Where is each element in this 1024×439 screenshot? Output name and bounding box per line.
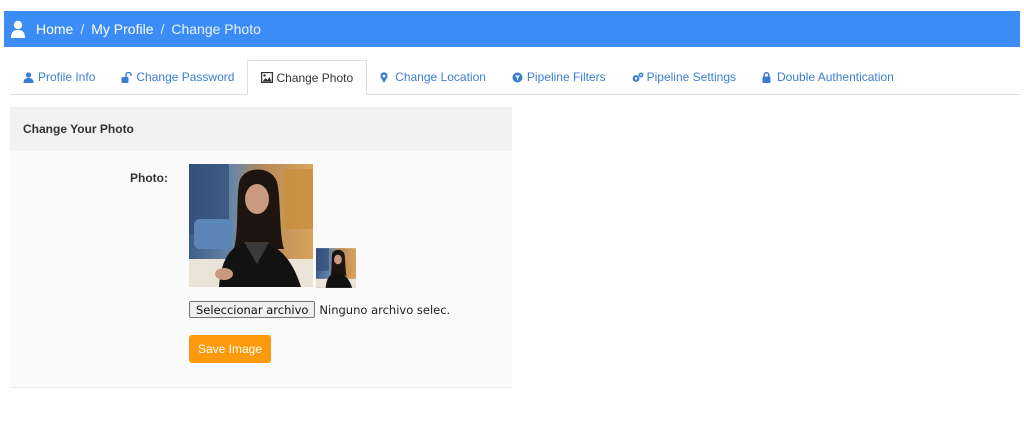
image-icon: [261, 72, 274, 84]
tab-label: Change Location: [395, 70, 486, 84]
breadcrumb-separator: /: [80, 21, 85, 37]
breadcrumb-change-photo: Change Photo: [171, 21, 261, 37]
breadcrumb-home[interactable]: Home: [36, 21, 73, 37]
profile-photo-large: [189, 164, 313, 287]
tab-double-authentication[interactable]: Double Authentication: [749, 60, 907, 94]
file-status-text: Ninguno archivo selec.: [319, 302, 451, 317]
gears-icon: [632, 72, 644, 83]
tab-change-password[interactable]: Change Password: [108, 60, 247, 94]
file-input: Seleccionar archivo Ninguno archivo sele…: [189, 301, 450, 318]
profile-photo-thumbnail: [316, 248, 356, 288]
tab-profile-info[interactable]: Profile Info: [10, 60, 108, 94]
tab-pipeline-filters[interactable]: Pipeline Filters: [499, 60, 619, 94]
tab-label: Pipeline Filters: [526, 70, 606, 84]
lock-icon: [762, 71, 773, 83]
tab-label: Change Password: [136, 70, 235, 84]
tab-change-location[interactable]: Change Location: [367, 60, 499, 94]
unlock-icon: [121, 71, 133, 83]
change-photo-panel: Change Your Photo Photo: Seleccionar arc…: [10, 107, 512, 388]
breadcrumb-bar: Home / My Profile / Change Photo: [4, 11, 1020, 47]
tab-label: Change Photo: [276, 70, 354, 85]
photo-label: Photo:: [130, 171, 168, 185]
tab-label: Pipeline Settings: [646, 70, 737, 84]
profile-tabs: Profile Info Change Password Change Phot…: [10, 60, 1020, 95]
tab-pipeline-settings[interactable]: Pipeline Settings: [619, 60, 749, 94]
breadcrumb-separator: /: [160, 21, 165, 37]
tab-label: Profile Info: [38, 70, 96, 84]
choose-file-button[interactable]: Seleccionar archivo: [189, 301, 316, 318]
breadcrumb-my-profile[interactable]: My Profile: [91, 21, 153, 37]
tab-change-photo[interactable]: Change Photo: [247, 60, 368, 95]
user-icon: [10, 20, 26, 38]
panel-title: Change Your Photo: [10, 107, 512, 151]
filter-icon: [512, 72, 523, 83]
save-image-button[interactable]: Save Image: [189, 335, 271, 363]
tab-label: Double Authentication: [777, 70, 894, 84]
user-icon: [23, 71, 34, 83]
map-marker-icon: [380, 71, 391, 83]
